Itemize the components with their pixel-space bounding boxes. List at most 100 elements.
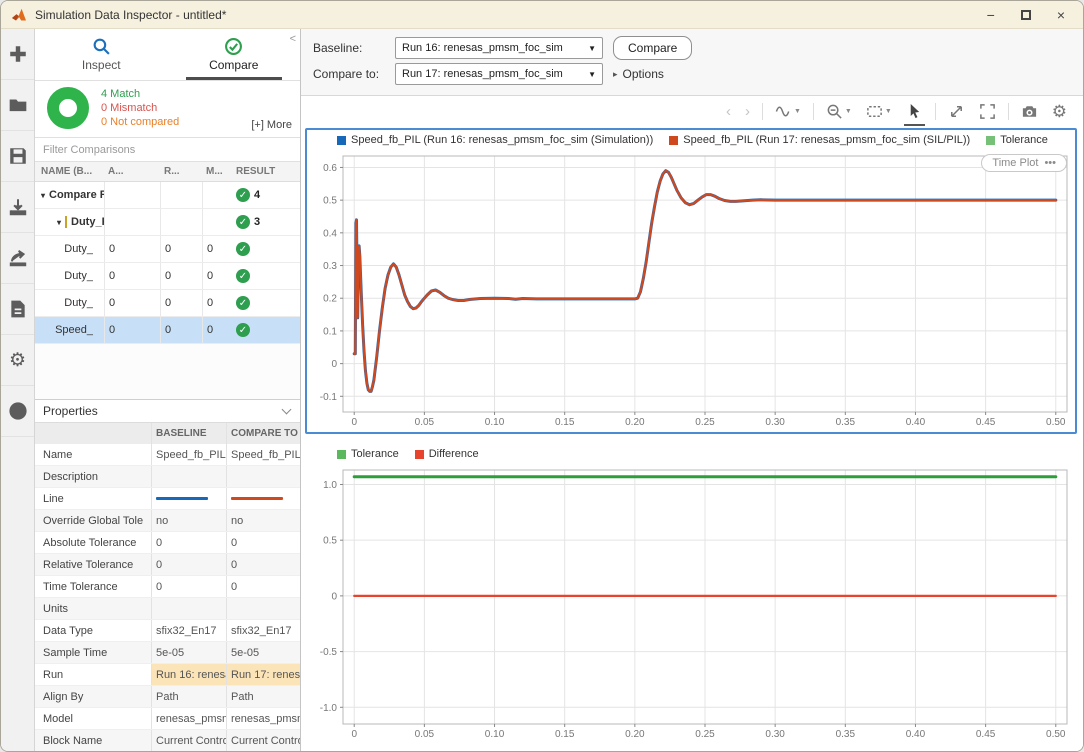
property-row: Model renesas_pmsm renesas_pmsm — [35, 708, 300, 730]
maximize-button[interactable] — [1021, 10, 1031, 20]
property-value[interactable]: 5e-05 — [231, 647, 259, 659]
property-value[interactable]: sfix32_En17 — [156, 625, 217, 637]
report-button[interactable] — [1, 284, 34, 335]
property-value[interactable]: 0 — [156, 559, 162, 571]
compare-toolbar: Baseline: Run 16: renesas_pmsm_foc_sim ▼… — [301, 29, 1083, 96]
collapse-panel-button[interactable]: < — [290, 33, 296, 45]
dropdown-caret-icon: ▼ — [588, 70, 596, 79]
tab-bar: Inspect Compare < — [35, 29, 300, 81]
legend-label: Tolerance — [1000, 134, 1048, 146]
table-row[interactable]: Duty_ 0 0 0 ✓ — [35, 263, 300, 290]
difference-subplot[interactable]: Tolerance Difference 00.050.100.150.200.… — [305, 442, 1077, 746]
property-label: Align By — [35, 691, 151, 703]
table-row[interactable]: Duty_ 0 0 0 ✓ — [35, 236, 300, 263]
nav-back-button[interactable]: ‹ — [724, 103, 733, 120]
property-value[interactable]: Current Contro — [231, 735, 300, 747]
options-expander[interactable]: ▸ Options — [613, 67, 664, 81]
zoom-out-button[interactable]: ▼ — [824, 101, 854, 122]
svg-text:0: 0 — [351, 417, 357, 428]
import-button[interactable] — [1, 182, 34, 233]
property-value[interactable]: 0 — [156, 581, 162, 593]
settings-button[interactable]: ⚙ — [1, 335, 34, 386]
plot-settings-button[interactable]: ⚙ — [1050, 101, 1069, 122]
property-value[interactable]: Speed_fb_PIL — [231, 449, 300, 461]
property-value[interactable]: sfix32_En17 — [231, 625, 292, 637]
property-row: Line — [35, 488, 300, 510]
property-value[interactable]: Speed_fb_PIL — [156, 449, 226, 461]
question-mark-icon: ? — [8, 401, 28, 421]
property-value[interactable]: renesas_pmsm — [156, 713, 226, 725]
abs-tol-cell: 0 — [104, 263, 160, 289]
signal-trace-button[interactable]: ▼ — [773, 101, 803, 122]
property-value[interactable]: 0 — [156, 537, 162, 549]
tab-compare[interactable]: Compare — [168, 29, 301, 80]
dropdown-caret-icon: ▼ — [845, 108, 852, 115]
expander-icon[interactable]: ▾ — [57, 218, 61, 227]
property-value[interactable]: Run 17: renesa — [231, 669, 300, 681]
table-row[interactable]: Duty_ 0 0 0 ✓ — [35, 290, 300, 317]
property-value[interactable]: no — [156, 515, 168, 527]
time-plot-subplot[interactable]: Speed_fb_PIL (Run 16: renesas_pmsm_foc_s… — [305, 128, 1077, 434]
svg-text:0.25: 0.25 — [695, 729, 715, 740]
right-area: Baseline: Run 16: renesas_pmsm_foc_sim ▼… — [301, 29, 1083, 752]
result-cell: ✓ — [232, 242, 300, 256]
property-value[interactable]: renesas_pmsm — [231, 713, 300, 725]
property-value[interactable]: 0 — [231, 559, 237, 571]
result-cell: ✓ — [232, 296, 300, 310]
baseline-run-select[interactable]: Run 16: renesas_pmsm_foc_sim ▼ — [395, 37, 603, 59]
property-value[interactable]: 0 — [231, 581, 237, 593]
fullscreen-button[interactable] — [977, 101, 998, 122]
open-button[interactable] — [1, 80, 34, 131]
fit-to-view-button[interactable]: ▼ — [864, 101, 894, 122]
property-label: Sample Time — [35, 647, 151, 659]
svg-text:0.1: 0.1 — [323, 326, 337, 337]
result-cell: ✓ — [232, 323, 300, 337]
export-button[interactable] — [1, 233, 34, 284]
legend-item: Tolerance — [337, 448, 399, 460]
nav-forward-button[interactable]: › — [743, 103, 752, 120]
table-row[interactable]: ▾ Compare Run 17: renesas_pmsr ✓ 4 — [35, 182, 300, 209]
max-diff-cell: 0 — [202, 317, 232, 343]
time-plot-badge[interactable]: Time Plot ••• — [981, 154, 1067, 172]
property-value[interactable]: 0 — [231, 537, 237, 549]
compareto-run-select[interactable]: Run 17: renesas_pmsm_foc_sim ▼ — [395, 63, 603, 85]
svg-text:0.25: 0.25 — [695, 417, 715, 428]
property-value[interactable]: Run 16: renesa — [156, 669, 226, 681]
add-button[interactable] — [1, 29, 34, 80]
expander-icon[interactable]: ▾ — [41, 191, 45, 200]
property-value[interactable]: 5e-05 — [156, 647, 184, 659]
import-icon — [8, 197, 28, 217]
row-name: Duty_PIL — [71, 216, 104, 228]
tab-inspect[interactable]: Inspect — [35, 29, 168, 80]
snapshot-button[interactable] — [1019, 101, 1040, 122]
options-label: Options — [623, 67, 664, 81]
not-compared-count: 0 Not compared — [101, 115, 179, 129]
filter-comparisons-input[interactable] — [35, 141, 300, 159]
more-link[interactable]: [+] More — [251, 119, 292, 131]
property-value[interactable]: Path — [156, 691, 179, 703]
close-button[interactable]: × — [1057, 8, 1065, 22]
max-diff-cell: 0 — [202, 290, 232, 316]
property-value[interactable]: no — [231, 515, 243, 527]
mismatch-count: 0 Mismatch — [101, 101, 179, 115]
minimize-button[interactable]: − — [987, 8, 995, 22]
property-value[interactable]: Current Contro — [156, 735, 226, 747]
compare-button[interactable]: Compare — [613, 36, 692, 60]
table-row[interactable]: ▾ Duty_PIL ✓ 3 — [35, 209, 300, 236]
save-button[interactable] — [1, 131, 34, 182]
pointer-tool-button[interactable] — [904, 101, 925, 122]
properties-header[interactable]: Properties — [35, 399, 300, 423]
difference-plot-canvas[interactable]: 00.050.100.150.200.250.300.350.400.450.5… — [307, 464, 1075, 744]
expand-plot-button[interactable] — [946, 101, 967, 122]
time-plot-canvas[interactable]: Time Plot ••• 00.050.100.150.200.250.300… — [307, 150, 1075, 432]
table-row[interactable]: Speed_ 0 0 0 ✓ — [35, 317, 300, 344]
svg-text:0.10: 0.10 — [485, 729, 505, 740]
dropdown-caret-icon: ▼ — [588, 44, 596, 53]
legend-swatch — [337, 136, 346, 145]
gear-icon: ⚙ — [1052, 103, 1067, 120]
help-button[interactable]: ? — [1, 386, 34, 437]
rel-tol-cell: 0 — [160, 236, 202, 262]
col-compareto: COMPARE TO — [226, 423, 300, 444]
property-value[interactable]: Path — [231, 691, 254, 703]
properties-table-body: Name Speed_fb_PIL Speed_fb_PILDescriptio… — [35, 444, 300, 752]
